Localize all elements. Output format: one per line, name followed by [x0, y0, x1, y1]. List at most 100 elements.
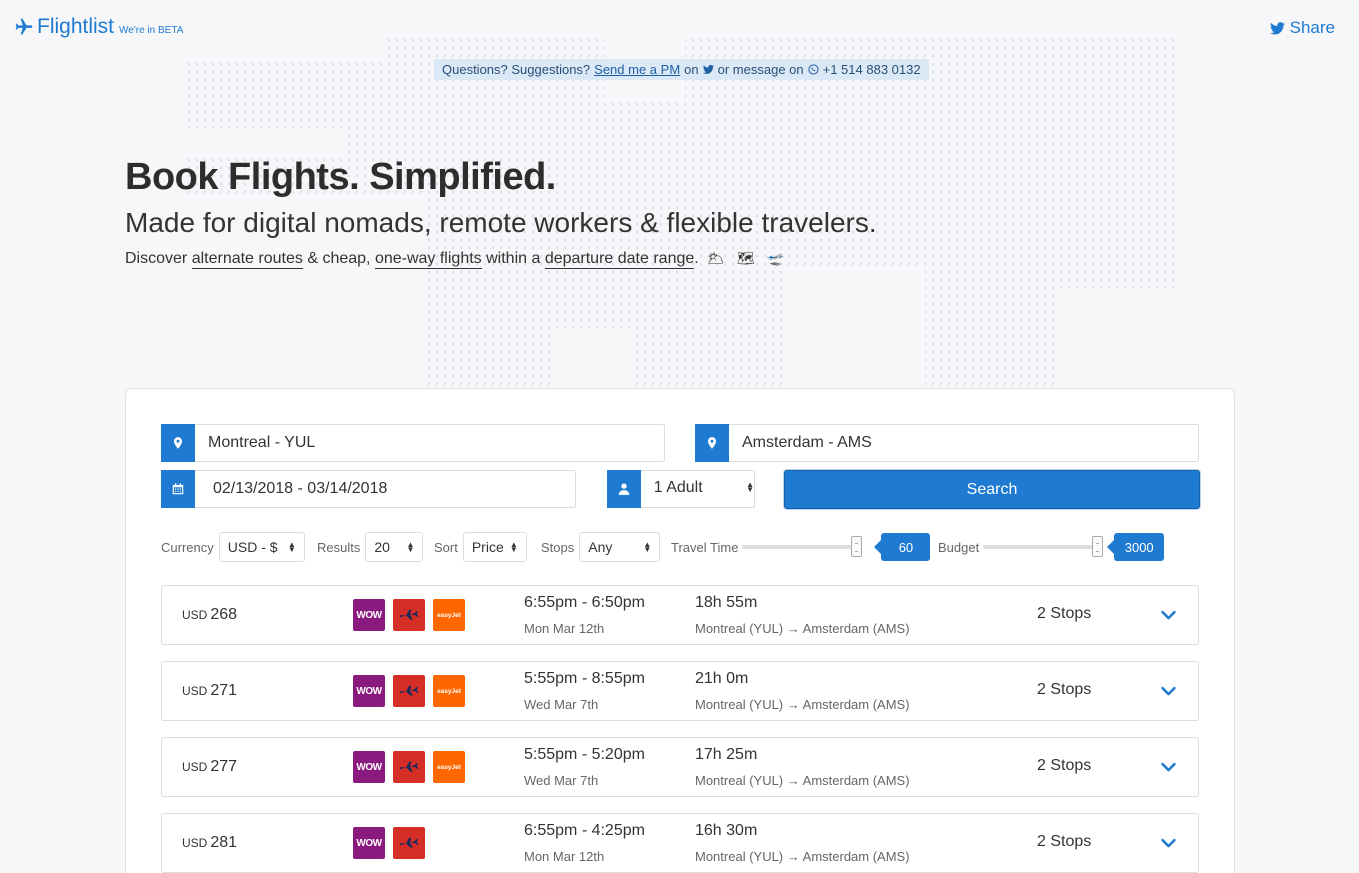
- share-button[interactable]: Share: [1269, 18, 1335, 38]
- airline-logos: WOW easyJet: [353, 599, 465, 631]
- brand-logo[interactable]: Flightlist We're in BETA: [14, 15, 183, 39]
- origin-input[interactable]: Montreal - YUL: [195, 425, 315, 461]
- flight-date: Mon Mar 12th: [524, 849, 605, 864]
- flight-result-row[interactable]: USD 281 WOW 6:55pm - 4:25pm Mon Mar 12th …: [161, 813, 1199, 873]
- notice-phone: +1 514 883 0132: [822, 62, 921, 77]
- chevron-down-icon[interactable]: [1160, 835, 1177, 852]
- stops-count: 2 Stops: [1037, 833, 1092, 850]
- map-pin-icon: [695, 424, 729, 462]
- flight-result-row[interactable]: USD 271 WOW easyJet 5:55pm - 8:55pm Wed Ma…: [161, 661, 1199, 721]
- alternate-routes-link[interactable]: alternate routes: [191, 250, 303, 269]
- select-arrows-icon: ▲ ▼: [643, 540, 652, 554]
- date-range-field[interactable]: 02/13/2018 - 03/14/2018: [161, 470, 576, 508]
- calendar-icon: [161, 470, 195, 508]
- wow-air-logo: WOW: [353, 751, 385, 783]
- airline-logos: WOW: [353, 827, 425, 859]
- date-range-input[interactable]: 02/13/2018 - 03/14/2018: [195, 471, 387, 507]
- stops-value: Any: [588, 539, 613, 555]
- airline-logos: WOW easyJet: [353, 751, 465, 783]
- flight-date: Wed Mar 7th: [524, 697, 599, 712]
- sort-label: Sort: [434, 539, 458, 555]
- airplane-icon: [15, 18, 33, 35]
- sort-filter: Sort Price ▲ ▼: [434, 532, 527, 562]
- currency-select[interactable]: USD - $ ▲ ▼: [218, 532, 305, 562]
- departure-date-range-link[interactable]: departure date range: [544, 250, 695, 269]
- passengers-field[interactable]: 1 Adult ▲ ▼: [607, 470, 755, 508]
- hero-title: Book Flights. Simplified.: [125, 156, 556, 198]
- stops-select[interactable]: Any ▲ ▼: [579, 532, 661, 562]
- price-value: 268: [210, 606, 238, 623]
- whatsapp-icon[interactable]: [808, 64, 819, 75]
- select-arrows-icon: ▲ ▼: [746, 480, 754, 494]
- notice-on: on: [684, 62, 699, 77]
- select-arrows-icon: ▲ ▼: [287, 540, 296, 554]
- currency-code: USD: [182, 684, 208, 698]
- hero: Book Flights. Simplified. Made for digit…: [125, 156, 877, 269]
- search-button[interactable]: Search: [784, 470, 1200, 509]
- flight-result-row[interactable]: USD 268 WOW easyJet 6:55pm - 6:50pm Mon Ma…: [161, 585, 1199, 645]
- one-way-flights-link[interactable]: one-way flights: [374, 250, 482, 269]
- currency-value: USD - $: [227, 539, 278, 555]
- airplane-icon: [399, 685, 419, 696]
- budget-filter: Budget 3000: [938, 533, 1165, 561]
- airplane-icon: [399, 761, 419, 772]
- flight-duration: 18h 55m: [695, 594, 758, 611]
- sort-select[interactable]: Price ▲ ▼: [462, 532, 527, 562]
- currency-label: Currency: [161, 539, 214, 555]
- flight-times: 6:55pm - 6:50pm: [524, 594, 645, 611]
- map-pin-icon: [161, 424, 195, 462]
- price: USD 281: [182, 834, 237, 852]
- select-arrows-icon: ▲ ▼: [509, 540, 518, 554]
- hero-desc-text: Discover: [125, 250, 188, 267]
- airline-logo: [393, 751, 425, 783]
- send-pm-link[interactable]: Send me a PM: [594, 59, 680, 80]
- stops-count: 2 Stops: [1037, 757, 1092, 774]
- results-label: Results: [317, 539, 361, 555]
- flight-route: Montreal (YUL) → Amsterdam (AMS): [695, 773, 910, 788]
- flight-duration: 21h 0m: [695, 670, 749, 687]
- twitter-icon[interactable]: [702, 64, 714, 75]
- budget-label: Budget: [938, 539, 980, 555]
- stops-count: 2 Stops: [1037, 681, 1092, 698]
- user-icon: [607, 470, 641, 508]
- destination-input[interactable]: Amsterdam - AMS: [729, 425, 872, 461]
- origin-field[interactable]: Montreal - YUL: [161, 424, 665, 462]
- travel-time-value: 60: [874, 533, 931, 561]
- budget-slider[interactable]: [983, 536, 1104, 557]
- brand-name: Flightlist: [37, 15, 115, 38]
- flight-result-row[interactable]: USD 277 WOW easyJet 5:55pm - 5:20pm Wed Ma…: [161, 737, 1199, 797]
- stops-filter: Stops Any ▲ ▼: [541, 532, 661, 562]
- top-bar: Flightlist We're in BETA Share: [0, 0, 1359, 56]
- flight-duration: 17h 25m: [695, 746, 758, 763]
- flight-times: 6:55pm - 4:25pm: [524, 822, 645, 839]
- travel-time-slider[interactable]: [742, 536, 863, 557]
- hero-emoji: 🌥 🗺 🛫: [707, 250, 788, 266]
- destination-field[interactable]: Amsterdam - AMS: [695, 424, 1199, 462]
- wow-air-logo: WOW: [353, 599, 385, 631]
- slider-handle[interactable]: [1092, 536, 1104, 557]
- price: USD 268: [182, 606, 237, 624]
- notice-middle: or message on: [717, 62, 804, 77]
- wow-air-logo: WOW: [353, 827, 385, 859]
- results-select[interactable]: 20 ▲ ▼: [365, 532, 424, 562]
- slider-handle[interactable]: [851, 536, 863, 557]
- currency-code: USD: [182, 836, 208, 850]
- flight-route: Montreal (YUL) → Amsterdam (AMS): [695, 849, 910, 864]
- hero-description: Discover alternate routes & cheap, one-w…: [125, 250, 877, 269]
- flight-route: Montreal (YUL) → Amsterdam (AMS): [695, 697, 910, 712]
- chevron-down-icon[interactable]: [1160, 759, 1177, 776]
- travel-time-label: Travel Time: [671, 539, 739, 555]
- wow-air-logo: WOW: [353, 675, 385, 707]
- airline-logo: [393, 599, 425, 631]
- airplane-icon: [399, 837, 419, 848]
- easyjet-logo: easyJet: [433, 599, 465, 631]
- chevron-down-icon[interactable]: [1160, 683, 1177, 700]
- hero-desc-text: & cheap,: [307, 250, 371, 267]
- results-filter: Results 20 ▲ ▼: [317, 532, 424, 562]
- flight-date: Mon Mar 12th: [524, 621, 605, 636]
- passengers-select[interactable]: 1 Adult: [641, 471, 740, 507]
- share-label: Share: [1289, 18, 1335, 37]
- currency-filter: Currency USD - $ ▲ ▼: [161, 532, 305, 562]
- notice-prefix: Questions? Suggestions?: [442, 62, 591, 77]
- chevron-down-icon[interactable]: [1160, 607, 1177, 624]
